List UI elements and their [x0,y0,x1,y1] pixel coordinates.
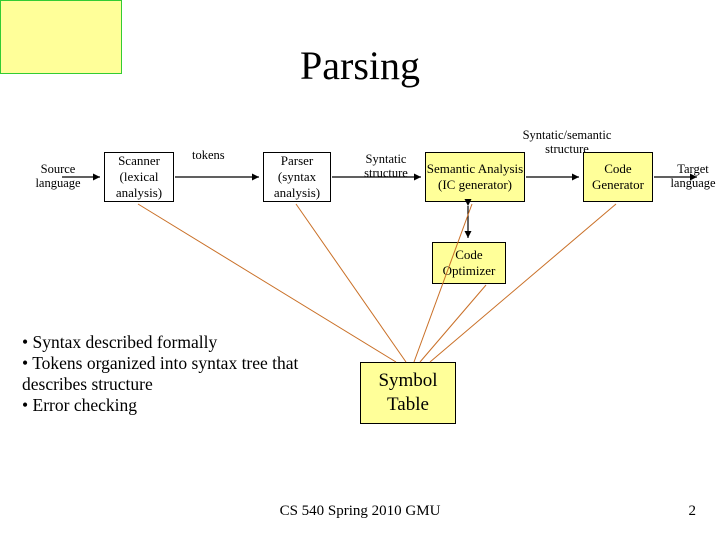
box-semantic-analysis: Semantic Analysis (IC generator) [425,152,525,202]
bullet-item: Syntax described formally [22,332,342,353]
bullet-item: Error checking [22,395,342,416]
label-syntactic-structure: Syntatic structure [356,152,416,181]
box-symbol-table: Symbol Table [360,362,456,424]
label-tokens: tokens [192,148,225,162]
box-scanner: Scanner (lexical analysis) [104,152,174,202]
bullet-item: Tokens organized into syntax tree that d… [22,353,342,395]
bullet-list: Syntax described formally Tokens organiz… [22,332,342,416]
footer-text: CS 540 Spring 2010 GMU [0,503,720,520]
page-title: Parsing [0,42,720,89]
label-source-language: Source language [28,162,88,191]
page-number: 2 [689,503,697,520]
label-target-language: Target language [667,162,719,191]
box-code-optimizer: Code Optimizer [432,242,506,284]
box-code-generator: Code Generator [583,152,653,202]
box-parser: Parser (syntax analysis) [263,152,331,202]
